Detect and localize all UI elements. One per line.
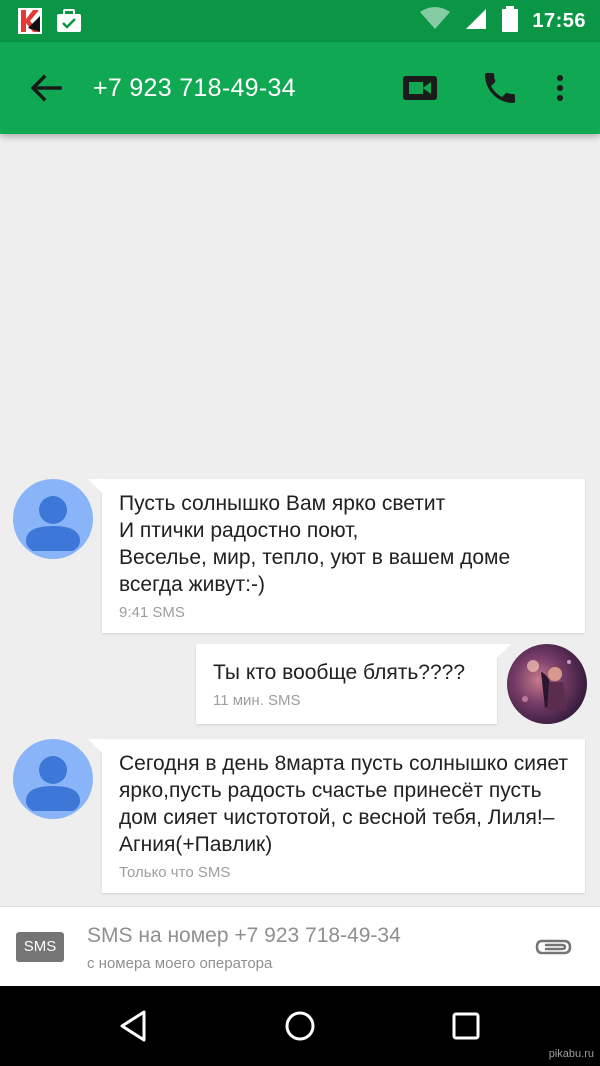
person-icon bbox=[26, 756, 80, 811]
message-input[interactable] bbox=[87, 923, 507, 949]
user-avatar[interactable] bbox=[507, 644, 587, 724]
watermark: pikabu.ru bbox=[548, 1048, 594, 1060]
home-icon[interactable] bbox=[280, 1006, 320, 1046]
wifi-icon bbox=[420, 7, 451, 36]
back-icon[interactable] bbox=[114, 1006, 154, 1046]
message-meta: 11 мин. SMS bbox=[213, 692, 301, 709]
signal-icon bbox=[464, 7, 488, 36]
message-text: Пусть солнышко Вам ярко светит И птички … bbox=[119, 492, 511, 596]
sms-badge[interactable]: SMS bbox=[16, 932, 64, 962]
message-meta: 9:41 SMS bbox=[119, 604, 185, 621]
user-photo-icon bbox=[522, 660, 571, 710]
message-bubble-outgoing[interactable]: Ты кто вообще блять???? 11 мин. SMS bbox=[196, 644, 511, 724]
message-text: Ты кто вообще блять???? bbox=[213, 661, 465, 684]
conversation-title: +7 923 718-49-34 bbox=[93, 74, 296, 102]
video-call-icon[interactable] bbox=[400, 70, 440, 106]
message-text: Сегодня в день 8марта пусть солнышко сия… bbox=[119, 752, 568, 856]
person-icon bbox=[26, 496, 80, 551]
attach-icon[interactable] bbox=[534, 935, 574, 961]
compose-bar: SMS с номера моего оператора bbox=[0, 906, 600, 986]
message-bubble-incoming[interactable]: Пусть солнышко Вам ярко светит И птички … bbox=[88, 479, 585, 633]
phone-icon[interactable] bbox=[480, 68, 520, 108]
contact-avatar[interactable] bbox=[13, 739, 93, 819]
battery-icon bbox=[502, 6, 519, 37]
sim-subtext: с номера моего оператора bbox=[87, 955, 273, 972]
kaspersky-icon bbox=[18, 8, 42, 39]
recents-icon[interactable] bbox=[446, 1006, 486, 1046]
app-bar: +7 923 718-49-34 bbox=[0, 42, 600, 134]
briefcase-check-icon bbox=[56, 8, 82, 39]
status-bar: 17:56 bbox=[0, 0, 600, 42]
message-meta: Только что SMS bbox=[119, 864, 231, 881]
more-vert-icon[interactable] bbox=[548, 70, 572, 106]
message-bubble-incoming[interactable]: Сегодня в день 8марта пусть солнышко сия… bbox=[88, 739, 585, 893]
back-arrow-icon[interactable] bbox=[26, 70, 66, 106]
contact-avatar[interactable] bbox=[13, 479, 93, 559]
navigation-bar: pikabu.ru bbox=[0, 986, 600, 1066]
status-time: 17:56 bbox=[532, 10, 586, 32]
